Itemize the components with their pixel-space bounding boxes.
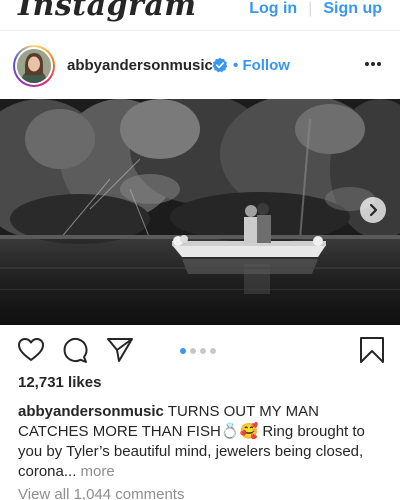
chevron-right-icon <box>369 203 378 217</box>
auth-separator: | <box>308 0 313 17</box>
avatar-border <box>15 47 53 85</box>
likes-count[interactable]: 12,731 likes <box>18 374 101 391</box>
view-comments-link[interactable]: View all 1,044 comments <box>18 486 184 500</box>
follow-button[interactable]: • Follow <box>233 57 290 74</box>
comment-icon[interactable] <box>61 336 89 364</box>
verified-badge-icon <box>212 57 228 73</box>
heart-icon[interactable] <box>17 336 45 364</box>
caption-more-link[interactable]: more <box>81 463 115 480</box>
follow-label: Follow <box>242 57 290 74</box>
bookmark-icon[interactable] <box>358 336 386 364</box>
share-icon[interactable] <box>106 336 134 364</box>
more-options-icon[interactable] <box>364 61 382 67</box>
carousel-dot-3 <box>200 348 206 354</box>
story-ring[interactable] <box>13 45 55 87</box>
next-photo-button[interactable] <box>360 197 386 223</box>
post-header: abbyandersonmusic • Follow <box>0 31 400 99</box>
login-link[interactable]: Log in <box>249 0 297 18</box>
post: abbyandersonmusic • Follow 12,731 likes … <box>0 30 400 500</box>
post-actions <box>0 336 400 368</box>
avatar[interactable] <box>17 49 51 83</box>
follow-separator: • <box>233 57 239 74</box>
auth-links: Log in | Sign up <box>249 0 382 18</box>
instagram-logo[interactable]: Instagram <box>18 0 197 23</box>
post-photo[interactable] <box>0 99 400 325</box>
photo-scene <box>0 99 400 325</box>
post-caption: abbyandersonmusic TURNS OUT MY MAN CATCH… <box>18 402 388 482</box>
carousel-dot-2 <box>190 348 196 354</box>
caption-username[interactable]: abbyandersonmusic <box>18 403 164 420</box>
carousel-dot-4 <box>210 348 216 354</box>
top-bar: Instagram Log in | Sign up <box>0 0 400 30</box>
signup-link[interactable]: Sign up <box>323 0 382 18</box>
carousel-indicator <box>180 348 216 354</box>
post-username[interactable]: abbyandersonmusic <box>67 57 213 74</box>
carousel-dot-1 <box>180 348 186 354</box>
